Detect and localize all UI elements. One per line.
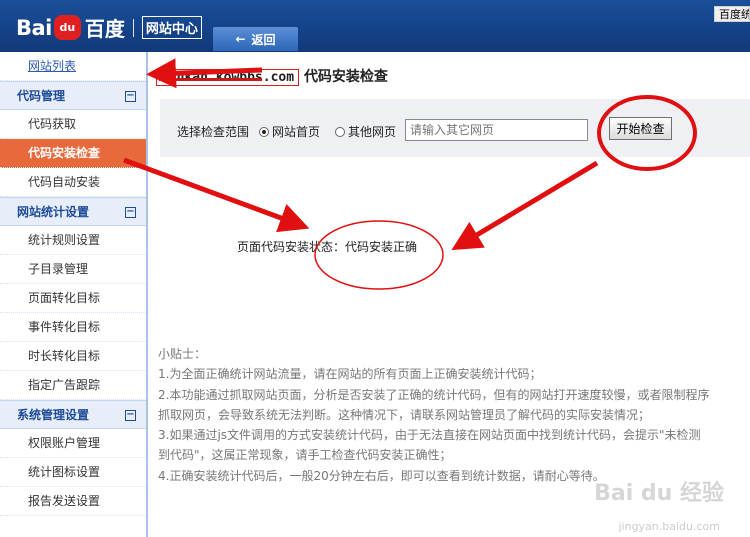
watermark-url: jingyan.baidu.com: [618, 520, 720, 533]
page-title-text: 代码安装检查: [303, 69, 388, 85]
sidebar-group-label: 代码管理: [17, 89, 66, 103]
tips-heading: 小贴士：: [158, 347, 207, 361]
arrow-left-icon: ←: [235, 32, 246, 46]
sidebar-item-subdirectory[interactable]: 子目录管理: [0, 255, 146, 284]
page-root: Bai du 百度 网站中心 ← 返回 百度统 网站列表 代码管理 − 代码获取…: [0, 0, 750, 537]
sidebar-item-stat-icon[interactable]: 统计图标设置: [0, 458, 146, 487]
tips-block: 小贴士： 1.为全面正确统计网站流量，请在网站的所有页面上正确安装统计代码； 2…: [158, 344, 728, 486]
sidebar-group-label: 系统管理设置: [17, 408, 90, 422]
logo-divider: [132, 18, 134, 37]
sidebar-item-report-sending[interactable]: 报告发送设置: [0, 487, 146, 516]
check-scope-panel: 选择检查范围 网站首页 其他网页 开始检查: [160, 99, 750, 157]
tip-line: 到代码"，这属正常现象，请手工检查代码安装正确性；: [158, 448, 452, 463]
collapse-icon[interactable]: −: [125, 91, 136, 102]
radio-other-page[interactable]: 其他网页: [335, 123, 396, 140]
tip-line: 抓取网页，会导致系统无法判断。这种情况下，请联系网站管理员了解代码的实际安装情况…: [158, 407, 651, 422]
baidu-logo[interactable]: Bai du 百度 网站中心: [16, 13, 202, 42]
logo-cn: 百度: [84, 17, 125, 41]
radio-homepage[interactable]: 网站首页: [259, 123, 320, 140]
scope-label: 选择检查范围: [177, 125, 250, 139]
radio-homepage-label: 网站首页: [272, 125, 321, 139]
radio-unchecked-icon[interactable]: [335, 126, 345, 137]
collapse-icon[interactable]: −: [125, 410, 136, 421]
sidebar-item-code-check[interactable]: 代码安装检查: [0, 139, 146, 168]
sidebar-item-stat-rules[interactable]: 统计规则设置: [0, 226, 146, 255]
sidebar-item-page-goal[interactable]: 页面转化目标: [0, 284, 146, 313]
radio-other-label: 其他网页: [348, 125, 397, 139]
sidebar-item-ad-tracking[interactable]: 指定广告跟踪: [0, 371, 146, 400]
tip-line: 2.本功能通过抓取网站页面，分析是否安装了正确的统计代码，但有的网站打开速度较慢…: [158, 387, 710, 402]
sidebar-group-system-settings[interactable]: 系统管理设置 −: [0, 400, 146, 429]
sidebar-item-auto-install[interactable]: 代码自动安装: [0, 168, 146, 197]
sidebar-group-code-management[interactable]: 代码管理 −: [0, 81, 146, 110]
sidebar: 网站列表 代码管理 − 代码获取 代码安装检查 代码自动安装 网站统计设置 − …: [0, 52, 148, 537]
start-check-button[interactable]: 开始检查: [609, 117, 672, 140]
install-status: 页面代码安装状态：代码安装正确: [237, 240, 418, 254]
sidebar-item-duration-goal[interactable]: 时长转化目标: [0, 342, 146, 371]
sidebar-item-get-code[interactable]: 代码获取: [0, 110, 146, 139]
watermark-logo: Bai du 经验: [594, 481, 724, 506]
back-label: 返回: [251, 32, 276, 47]
back-button[interactable]: ← 返回: [213, 27, 298, 51]
collapse-icon[interactable]: −: [125, 207, 136, 218]
sidebar-item-event-goal[interactable]: 事件转化目标: [0, 313, 146, 342]
sidebar-item-permissions[interactable]: 权限账户管理: [0, 429, 146, 458]
tip-line: 1.为全面正确统计网站流量，请在网站的所有页面上正确安装统计代码；: [158, 367, 542, 382]
radio-checked-icon[interactable]: [259, 126, 269, 137]
sidebar-group-stats-settings[interactable]: 网站统计设置 −: [0, 197, 146, 226]
tip-line: 3.如果通过js文件调用的方式安装统计代码，由于无法直接在网站页面中找到统计代码…: [158, 428, 701, 443]
main-content: kankan.kowbbs.com 代码安装检查 选择检查范围 网站首页 其他网…: [150, 52, 750, 537]
page-title: kankan.kowbbs.com 代码安装检查: [156, 66, 388, 86]
top-header: Bai du 百度 网站中心 ← 返回 百度统: [0, 0, 750, 52]
site-domain: kankan.kowbbs.com: [156, 69, 300, 86]
logo-text: Bai: [16, 15, 52, 40]
sidebar-item-site-list[interactable]: 网站列表: [0, 52, 146, 81]
corner-tab[interactable]: 百度统: [714, 6, 750, 22]
paw-icon: du: [53, 15, 81, 40]
sidebar-group-label: 网站统计设置: [17, 205, 90, 219]
site-center-label: 网站中心: [141, 16, 202, 39]
other-page-url-input[interactable]: [405, 119, 588, 141]
